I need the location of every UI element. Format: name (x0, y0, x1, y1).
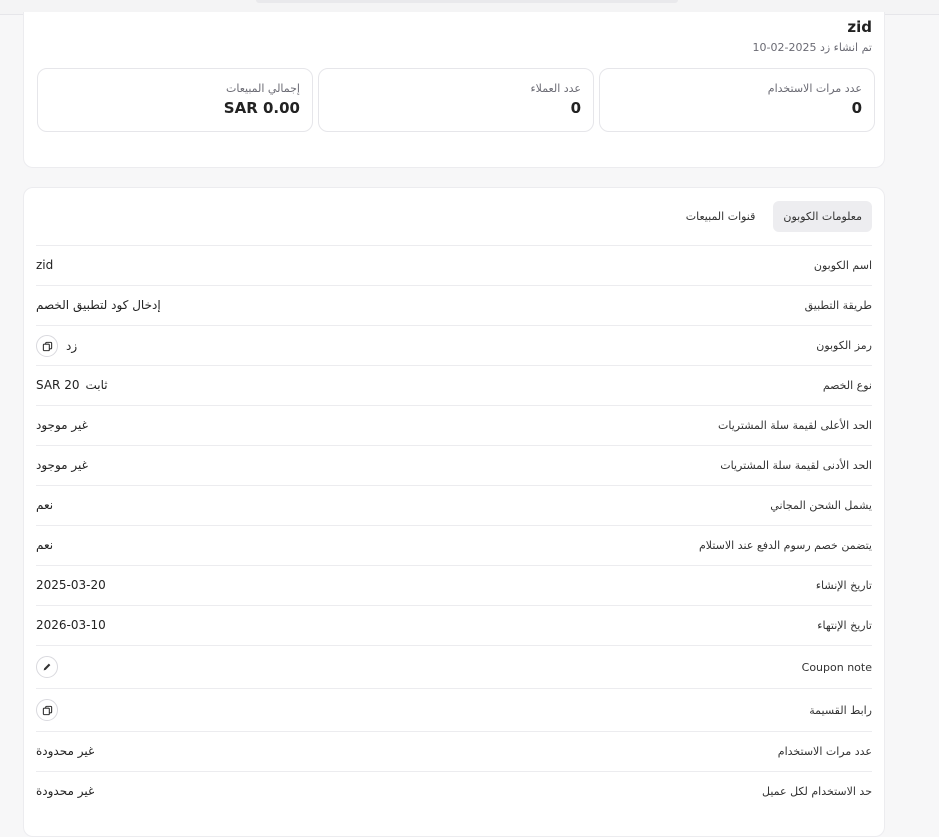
row-discount-type: نوع الخصم SAR 20 ثابت (36, 365, 872, 405)
row-label: Coupon note (801, 661, 872, 674)
row-value: 2026-03-10 (36, 618, 106, 632)
row-label: اسم الكوبون (813, 259, 872, 272)
coupon-title: zid (847, 18, 872, 36)
row-coupon-code: رمز الكوبون زد (36, 325, 872, 365)
stat-value: 0 (851, 99, 862, 117)
stat-value: 0 (570, 99, 581, 117)
row-value: غير محدودة (36, 744, 95, 758)
stat-value: SAR 0.00 (223, 99, 300, 117)
stat-label: عدد العملاء (530, 82, 581, 95)
row-label: طريقة التطبيق (804, 299, 872, 312)
tab-sales-channels[interactable]: قنوات المبيعات (676, 201, 766, 232)
copy-link-button[interactable] (36, 699, 58, 721)
row-value: zid (36, 258, 54, 272)
row-label: الحد الأدنى لقيمة سلة المشتريات (720, 459, 872, 472)
stat-label: إجمالي المبيعات (225, 82, 300, 95)
discount-value: SAR 20 ثابت (36, 378, 108, 392)
row-value: إدخال كود لتطبيق الخصم (36, 298, 161, 312)
row-max-cart: الحد الأعلى لقيمة سلة المشتريات غير موجو… (36, 405, 872, 445)
created-info: تم انشاء زد 2025-02-10 (752, 41, 872, 54)
row-label: الحد الأعلى لقيمة سلة المشتريات (718, 419, 872, 432)
coupon-summary-card: zid تم انشاء زد 2025-02-10 عدد مرات الاس… (23, 12, 885, 168)
row-value: غير موجود (36, 458, 88, 472)
edit-note-button[interactable] (36, 656, 58, 678)
top-search-stub[interactable] (256, 0, 678, 3)
row-created-date: تاريخ الإنشاء 2025-03-20 (36, 565, 872, 605)
row-label: يتضمن خصم رسوم الدفع عند الاستلام (698, 539, 872, 552)
row-voucher-link: رابط القسيمة (36, 688, 872, 731)
coupon-code-value: زد (66, 339, 78, 353)
stats-row: عدد مرات الاستخدام 0 عدد العملاء 0 إجمال… (36, 68, 875, 132)
row-usage-count: عدد مرات الاستخدام غير محدودة (36, 731, 872, 771)
row-value: نعم (36, 538, 54, 552)
row-coupon-name: اسم الكوبون zid (36, 245, 872, 285)
row-label: حد الاستخدام لكل عميل (762, 785, 872, 798)
row-end-date: تاريخ الإنتهاء 2026-03-10 (36, 605, 872, 645)
row-label: تاريخ الإنتهاء (817, 619, 872, 632)
row-min-cart: الحد الأدنى لقيمة سلة المشتريات غير موجو… (36, 445, 872, 485)
row-label: عدد مرات الاستخدام (777, 745, 872, 758)
row-label: رمز الكوبون (816, 339, 872, 352)
stat-label: عدد مرات الاستخدام (767, 82, 862, 95)
discount-type: ثابت (85, 378, 108, 392)
row-coupon-note: Coupon note (36, 645, 872, 688)
row-label: تاريخ الإنشاء (815, 579, 872, 592)
copy-icon (42, 705, 52, 715)
tab-coupon-info[interactable]: معلومات الكوبون (773, 201, 872, 232)
discount-amount: SAR 20 (36, 378, 80, 392)
row-per-customer: حد الاستخدام لكل عميل غير محدودة (36, 771, 872, 811)
row-value: 2025-03-20 (36, 578, 106, 592)
row-apply-method: طريقة التطبيق إدخال كود لتطبيق الخصم (36, 285, 872, 325)
stat-total-sales: إجمالي المبيعات SAR 0.00 (37, 68, 313, 132)
row-free-shipping: يشمل الشحن المجاني نعم (36, 485, 872, 525)
stat-usage-count: عدد مرات الاستخدام 0 (599, 68, 875, 132)
stat-customers-count: عدد العملاء 0 (318, 68, 594, 132)
row-value: غير موجود (36, 418, 88, 432)
coupon-details-card: معلومات الكوبون قنوات المبيعات اسم الكوب… (23, 187, 885, 837)
copy-code-button[interactable] (36, 335, 58, 357)
row-label: يشمل الشحن المجاني (770, 499, 872, 512)
details-list: اسم الكوبون zid طريقة التطبيق إدخال كود … (36, 245, 872, 811)
pencil-icon (43, 663, 51, 671)
tabs: معلومات الكوبون قنوات المبيعات (676, 201, 872, 232)
row-cod-fee: يتضمن خصم رسوم الدفع عند الاستلام نعم (36, 525, 872, 565)
copy-icon (42, 341, 52, 351)
row-label: نوع الخصم (822, 379, 872, 392)
row-value: نعم (36, 498, 54, 512)
row-label: رابط القسيمة (809, 704, 872, 717)
row-value: غير محدودة (36, 784, 95, 798)
